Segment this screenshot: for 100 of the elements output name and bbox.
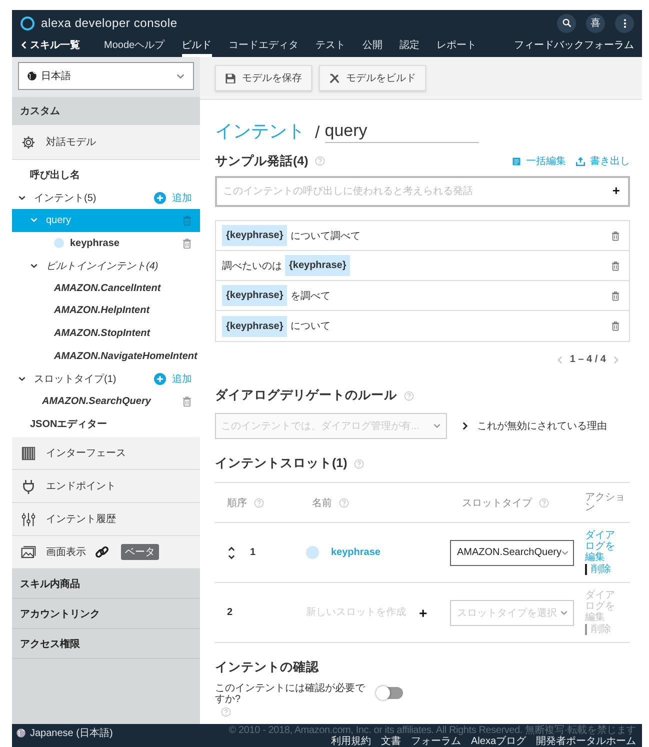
slot-dot-icon [54, 238, 64, 248]
utterance-text: 調べたいのは [222, 260, 282, 272]
footer-link[interactable]: 開発者ポータルホーム [536, 736, 636, 746]
language-link[interactable]: Japanese (日本語) [16, 726, 113, 740]
add-button[interactable]: + [612, 183, 620, 198]
nav-tab[interactable]: 公開 [362, 33, 383, 57]
trash-icon[interactable] [182, 396, 192, 407]
chevron-left-icon [20, 41, 28, 49]
build-model-button[interactable]: モデルをビルド [319, 65, 426, 91]
help-icon[interactable] [339, 498, 349, 508]
trash-icon[interactable] [611, 230, 620, 240]
sidebar-item[interactable]: インターフェース [12, 437, 200, 470]
utterance-text: について調べて [290, 230, 360, 242]
feedback-link[interactable]: フィードバックフォーラム [514, 33, 634, 57]
floppy-icon [225, 72, 236, 84]
help-icon[interactable] [354, 458, 364, 468]
help-icon[interactable] [315, 156, 326, 166]
breadcrumb-separator: / [315, 123, 320, 143]
toggle-switch[interactable] [377, 687, 403, 699]
chevron-left-icon[interactable] [556, 356, 564, 364]
trash-icon[interactable] [611, 321, 620, 331]
slot-chip[interactable]: {keyphrase} [285, 255, 350, 276]
nav-tab[interactable]: レポート [436, 33, 477, 57]
column-header: 順序 [227, 496, 247, 510]
nav-tab[interactable]: 認定 [400, 33, 420, 57]
avatar-button[interactable]: 喜 [586, 14, 605, 32]
footer-link[interactable]: 文書 [380, 736, 401, 746]
nav-tab[interactable]: コードエディタ [228, 33, 299, 57]
tree-label: keyphrase [70, 238, 120, 249]
tree-label: query [46, 214, 72, 226]
upload-icon [576, 156, 585, 166]
trash-icon[interactable] [611, 290, 620, 300]
slot-type-select[interactable]: AMAZON.SearchQuery [450, 540, 574, 566]
column-header: スロットタイプ [462, 496, 532, 510]
tree-label: ビルトインインテント(4) [46, 260, 158, 273]
save-model-button[interactable]: モデルを保存 [215, 65, 312, 91]
nav-tab[interactable]: テスト [316, 33, 346, 57]
utterance-text: について [290, 320, 330, 333]
language-select[interactable]: 日本語 [18, 62, 194, 90]
question-text: このインテントには確認が必要ですか? [215, 684, 366, 705]
sidebar-section[interactable]: スキル内商品 [12, 569, 200, 600]
section-title: ダイアログデリゲートのルール [215, 387, 397, 404]
help-icon[interactable] [221, 707, 231, 717]
chevron-down-icon [560, 608, 568, 616]
image-icon [21, 544, 36, 560]
sidebar-item[interactable]: 対話モデル [12, 125, 200, 160]
app-title: alexa developer console [41, 16, 178, 30]
back-link[interactable]: スキル一覧 [20, 33, 80, 57]
menu-button[interactable] [615, 14, 634, 32]
globe-icon [16, 728, 26, 738]
sidebar-item[interactable]: インテント履歴 [12, 503, 200, 536]
chevron-down-icon[interactable] [18, 194, 26, 202]
beta-badge: ベータ [121, 544, 159, 560]
help-icon[interactable] [254, 498, 264, 508]
gear-icon [21, 134, 36, 150]
search-icon [562, 18, 572, 28]
tree-label: AMAZON.CancelIntent [54, 282, 161, 294]
plus-circle-icon [154, 192, 166, 204]
row-number: 1 [250, 547, 256, 558]
slot-dot-icon [306, 546, 319, 559]
chevron-right-icon[interactable] [612, 356, 620, 364]
chevron-down-icon [176, 72, 185, 80]
section-title: インテントの確認 [215, 659, 320, 676]
slot-chip[interactable]: {keyphrase} [222, 285, 288, 306]
sidebar-section[interactable]: アクセス権限 [12, 629, 200, 660]
reorder-icon[interactable] [227, 546, 236, 560]
chevron-down-icon[interactable] [18, 374, 26, 383]
slot-chip[interactable]: {keyphrase} [222, 316, 288, 336]
column-header: アクション [585, 492, 626, 512]
plus-circle-icon [154, 372, 166, 385]
footer-link[interactable]: 利用規約 [330, 736, 371, 746]
section-title: サンプル発話(4) [215, 152, 308, 170]
footer-link[interactable]: Alexaブログ [470, 736, 526, 746]
nav-tab[interactable]: Moodeヘルプ [104, 33, 165, 57]
search-button[interactable] [557, 14, 576, 32]
help-icon[interactable] [539, 498, 549, 508]
column-header: 名前 [312, 496, 332, 510]
footer-link[interactable]: フォーラム [410, 736, 461, 746]
tree-label: AMAZON.StopIntent [54, 328, 150, 339]
tree-label: AMAZON.SearchQuery [42, 396, 151, 407]
sliders-icon [21, 512, 36, 527]
trash-icon[interactable] [182, 238, 192, 249]
chevron-down-icon[interactable] [30, 262, 38, 270]
trash-icon[interactable] [611, 260, 620, 270]
plug-icon [21, 478, 36, 494]
tools-icon [329, 72, 340, 84]
page-count: 1 – 4 / 4 [570, 354, 606, 365]
slot-chip[interactable]: {keyphrase} [222, 225, 288, 246]
logo-icon [20, 16, 35, 30]
section-title: インテントスロット(1) [215, 455, 348, 472]
menu-icon [622, 18, 626, 28]
tree-label: 呼び出し名 [30, 168, 80, 182]
intent-name-field[interactable]: query [324, 121, 479, 143]
copyright-text: © 2010 - 2018, Amazon.com, Inc. or its affiliates. All Rights Reserved. 無断複写·転載を禁じます [228, 724, 636, 736]
sidebar-section[interactable]: アカウントリンク [12, 599, 200, 630]
chevron-down-icon [561, 548, 570, 556]
sidebar-item[interactable]: エンドポイント [12, 470, 200, 504]
sidebar-item[interactable]: 画面表示 ベータ [12, 536, 200, 570]
row-number: 2 [227, 607, 233, 618]
tree-label: AMAZON.HelpIntent [54, 305, 150, 316]
